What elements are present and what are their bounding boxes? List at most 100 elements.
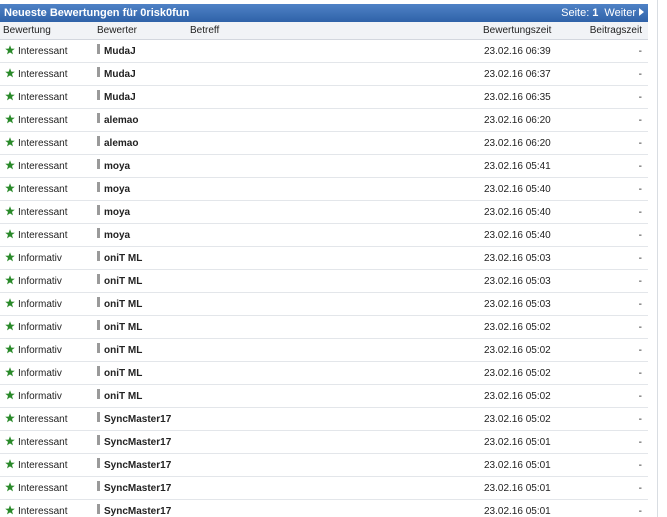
star-icon	[5, 413, 15, 423]
rater-username-link[interactable]: moya	[104, 161, 130, 172]
rating-type: Interessant	[18, 46, 68, 57]
user-rank-bar	[97, 320, 100, 330]
column-header-bewertung[interactable]: Bewertung	[3, 25, 51, 36]
rating-type: Informativ	[18, 345, 62, 356]
rater-username-link[interactable]: oniT ML	[104, 322, 142, 333]
post-time: -	[638, 414, 642, 425]
star-icon	[5, 229, 15, 239]
rater-username-link[interactable]: alemao	[104, 138, 138, 149]
user-rank-bar	[97, 297, 100, 307]
rater-username-link[interactable]: moya	[104, 184, 130, 195]
star-icon	[5, 367, 15, 377]
rating-type: Informativ	[18, 276, 62, 287]
rating-time: 23.02.16 05:01	[484, 437, 551, 448]
star-icon	[5, 298, 15, 308]
rater-username-link[interactable]: SyncMaster17	[104, 437, 171, 448]
next-label: Weiter	[604, 7, 636, 19]
user-rank-bar	[97, 159, 100, 169]
star-icon	[5, 482, 15, 492]
star-icon	[5, 321, 15, 331]
rater-username-link[interactable]: MudaJ	[104, 69, 136, 80]
table-row: Interessant moya 23.02.16 05:41 -	[0, 155, 648, 178]
star-icon	[5, 206, 15, 216]
star-icon	[5, 160, 15, 170]
rating-type: Interessant	[18, 161, 68, 172]
pager: Seite: 1 Weiter	[561, 7, 644, 19]
post-time: -	[638, 299, 642, 310]
rater-username-link[interactable]: MudaJ	[104, 92, 136, 103]
post-time: -	[638, 207, 642, 218]
table-row: Interessant alemao 23.02.16 06:20 -	[0, 109, 648, 132]
post-time: -	[638, 391, 642, 402]
rating-type: Interessant	[18, 414, 68, 425]
rating-time: 23.02.16 05:40	[484, 230, 551, 241]
rating-time: 23.02.16 05:01	[484, 483, 551, 494]
user-rank-bar	[97, 366, 100, 376]
rater-username-link[interactable]: moya	[104, 230, 130, 241]
post-time: -	[638, 92, 642, 103]
column-header-bewerter[interactable]: Bewerter	[97, 25, 137, 36]
rating-type: Interessant	[18, 230, 68, 241]
table-row: Interessant MudaJ 23.02.16 06:37 -	[0, 63, 648, 86]
table-row: Informativ oniT ML 23.02.16 05:02 -	[0, 362, 648, 385]
rating-type: Interessant	[18, 437, 68, 448]
rating-time: 23.02.16 05:02	[484, 368, 551, 379]
star-icon	[5, 45, 15, 55]
rater-username-link[interactable]: oniT ML	[104, 253, 142, 264]
post-time: -	[638, 345, 642, 356]
rating-time: 23.02.16 05:01	[484, 460, 551, 471]
post-time: -	[638, 276, 642, 287]
rater-username-link[interactable]: SyncMaster17	[104, 483, 171, 494]
rater-username-link[interactable]: MudaJ	[104, 46, 136, 57]
user-rank-bar	[97, 504, 100, 514]
star-icon	[5, 436, 15, 446]
rating-type: Informativ	[18, 253, 62, 264]
table-row: Interessant MudaJ 23.02.16 06:39 -	[0, 40, 648, 63]
rating-type: Interessant	[18, 92, 68, 103]
rating-type: Interessant	[18, 506, 68, 517]
table-row: Informativ oniT ML 23.02.16 05:02 -	[0, 339, 648, 362]
rater-username-link[interactable]: oniT ML	[104, 391, 142, 402]
rating-type: Interessant	[18, 115, 68, 126]
rater-username-link[interactable]: SyncMaster17	[104, 506, 171, 517]
ratings-panel: Neueste Bewertungen für 0risk0fun Seite:…	[0, 0, 648, 517]
column-header-betreff[interactable]: Betreff	[190, 25, 219, 36]
rating-time: 23.02.16 05:40	[484, 184, 551, 195]
rating-time: 23.02.16 05:03	[484, 276, 551, 287]
rater-username-link[interactable]: moya	[104, 207, 130, 218]
next-page-link[interactable]: Weiter	[604, 7, 644, 19]
user-rank-bar	[97, 389, 100, 399]
rating-time: 23.02.16 06:20	[484, 115, 551, 126]
column-header-beitragszeit[interactable]: Beitragszeit	[590, 25, 642, 36]
star-icon	[5, 390, 15, 400]
table-header: Bewertung Bewerter Betreff Bewertungszei…	[0, 22, 648, 40]
rater-username-link[interactable]: oniT ML	[104, 368, 142, 379]
rater-username-link[interactable]: SyncMaster17	[104, 414, 171, 425]
user-rank-bar	[97, 251, 100, 261]
rater-username-link[interactable]: oniT ML	[104, 276, 142, 287]
rater-username-link[interactable]: SyncMaster17	[104, 460, 171, 471]
post-time: -	[638, 506, 642, 517]
column-header-bewertungszeit[interactable]: Bewertungszeit	[483, 25, 551, 36]
rater-username-link[interactable]: oniT ML	[104, 299, 142, 310]
rater-username-link[interactable]: oniT ML	[104, 345, 142, 356]
star-icon	[5, 344, 15, 354]
user-rank-bar	[97, 113, 100, 123]
rating-type: Informativ	[18, 391, 62, 402]
user-rank-bar	[97, 412, 100, 422]
post-time: -	[638, 368, 642, 379]
table-row: Interessant moya 23.02.16 05:40 -	[0, 224, 648, 247]
star-icon	[5, 91, 15, 101]
panel-title: Neueste Bewertungen für 0risk0fun	[4, 7, 190, 19]
table-row: Interessant alemao 23.02.16 06:20 -	[0, 132, 648, 155]
post-time: -	[638, 322, 642, 333]
post-time: -	[638, 115, 642, 126]
rating-time: 23.02.16 05:41	[484, 161, 551, 172]
rating-time: 23.02.16 06:37	[484, 69, 551, 80]
page-label: Seite:	[561, 7, 590, 19]
rating-time: 23.02.16 06:35	[484, 92, 551, 103]
post-time: -	[638, 184, 642, 195]
user-rank-bar	[97, 435, 100, 445]
user-rank-bar	[97, 458, 100, 468]
rater-username-link[interactable]: alemao	[104, 115, 138, 126]
